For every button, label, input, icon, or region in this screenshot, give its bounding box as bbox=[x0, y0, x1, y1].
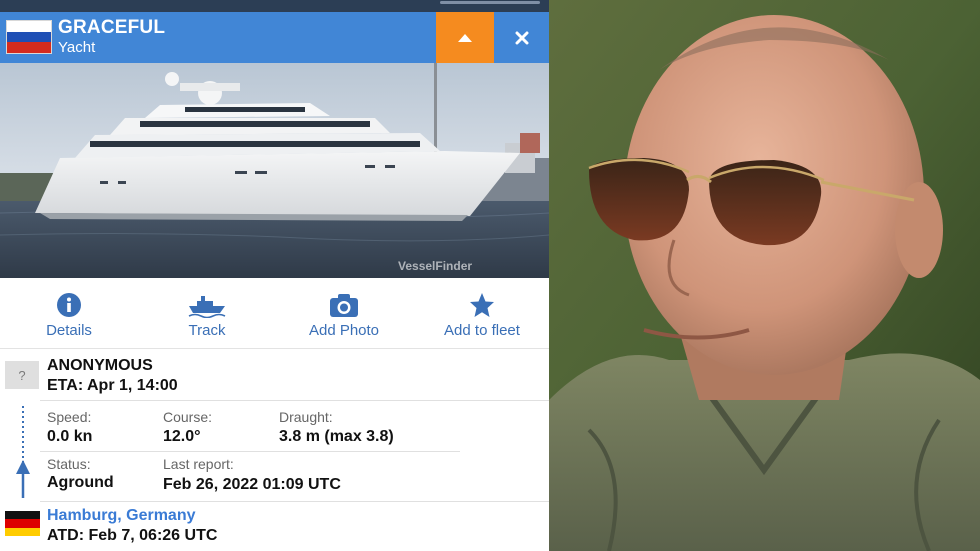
info-icon bbox=[57, 293, 81, 317]
divider bbox=[40, 451, 460, 452]
draught-label: Draught: bbox=[279, 409, 333, 425]
caret-up-icon bbox=[458, 33, 472, 42]
ship-track-icon bbox=[188, 296, 226, 318]
last-report-value: Feb 26, 2022 01:09 UTC bbox=[163, 476, 341, 493]
collapse-button[interactable] bbox=[436, 12, 494, 63]
status-label: Status: bbox=[47, 456, 91, 472]
status-value: Aground bbox=[47, 474, 114, 491]
yacht-photo: VesselFinder bbox=[0, 63, 549, 278]
vessel-info-panel: GRACEFUL Yacht VesselFinder Details Trac… bbox=[0, 0, 549, 551]
portrait-photo bbox=[549, 0, 980, 551]
speed-value: 0.0 kn bbox=[47, 428, 93, 445]
divider bbox=[40, 400, 549, 401]
vesselfinder-watermark: VesselFinder bbox=[398, 259, 472, 273]
russia-flag-icon bbox=[6, 20, 52, 54]
vessel-type: Yacht bbox=[58, 39, 96, 56]
add-to-fleet-label: Add to fleet bbox=[444, 322, 520, 339]
course-label: Course: bbox=[163, 409, 213, 425]
departure-port-link[interactable]: Hamburg, Germany bbox=[47, 507, 195, 525]
destination-name: ANONYMOUS bbox=[47, 357, 153, 374]
camera-icon bbox=[330, 294, 358, 317]
track-label: Track bbox=[188, 322, 226, 339]
close-button[interactable] bbox=[494, 12, 549, 63]
action-bar: Details Track Add Photo Add to fleet bbox=[0, 278, 549, 349]
top-strip bbox=[0, 0, 549, 12]
add-photo-label: Add Photo bbox=[308, 322, 380, 339]
speed-label: Speed: bbox=[47, 409, 92, 425]
add-to-fleet-button[interactable]: Add to fleet bbox=[417, 292, 547, 339]
star-icon bbox=[470, 293, 494, 317]
last-report-label: Last report: bbox=[163, 456, 234, 472]
unknown-destination-flag-icon: ? bbox=[5, 361, 39, 389]
departure-atd: ATD: Feb 7, 06:26 UTC bbox=[47, 527, 218, 544]
draught-value: 3.8 m (max 3.8) bbox=[279, 428, 394, 445]
destination-eta: ETA: Apr 1, 14:00 bbox=[47, 377, 178, 394]
add-photo-button[interactable]: Add Photo bbox=[279, 292, 409, 339]
close-icon bbox=[515, 31, 528, 44]
details-button[interactable]: Details bbox=[4, 292, 134, 339]
details-label: Details bbox=[46, 322, 92, 339]
track-button[interactable]: Track bbox=[142, 292, 272, 339]
vessel-name: GRACEFUL bbox=[58, 17, 166, 38]
course-value: 12.0° bbox=[163, 428, 201, 445]
route-arrow-icon bbox=[16, 406, 30, 498]
germany-flag-icon bbox=[5, 511, 40, 536]
divider bbox=[40, 501, 549, 502]
